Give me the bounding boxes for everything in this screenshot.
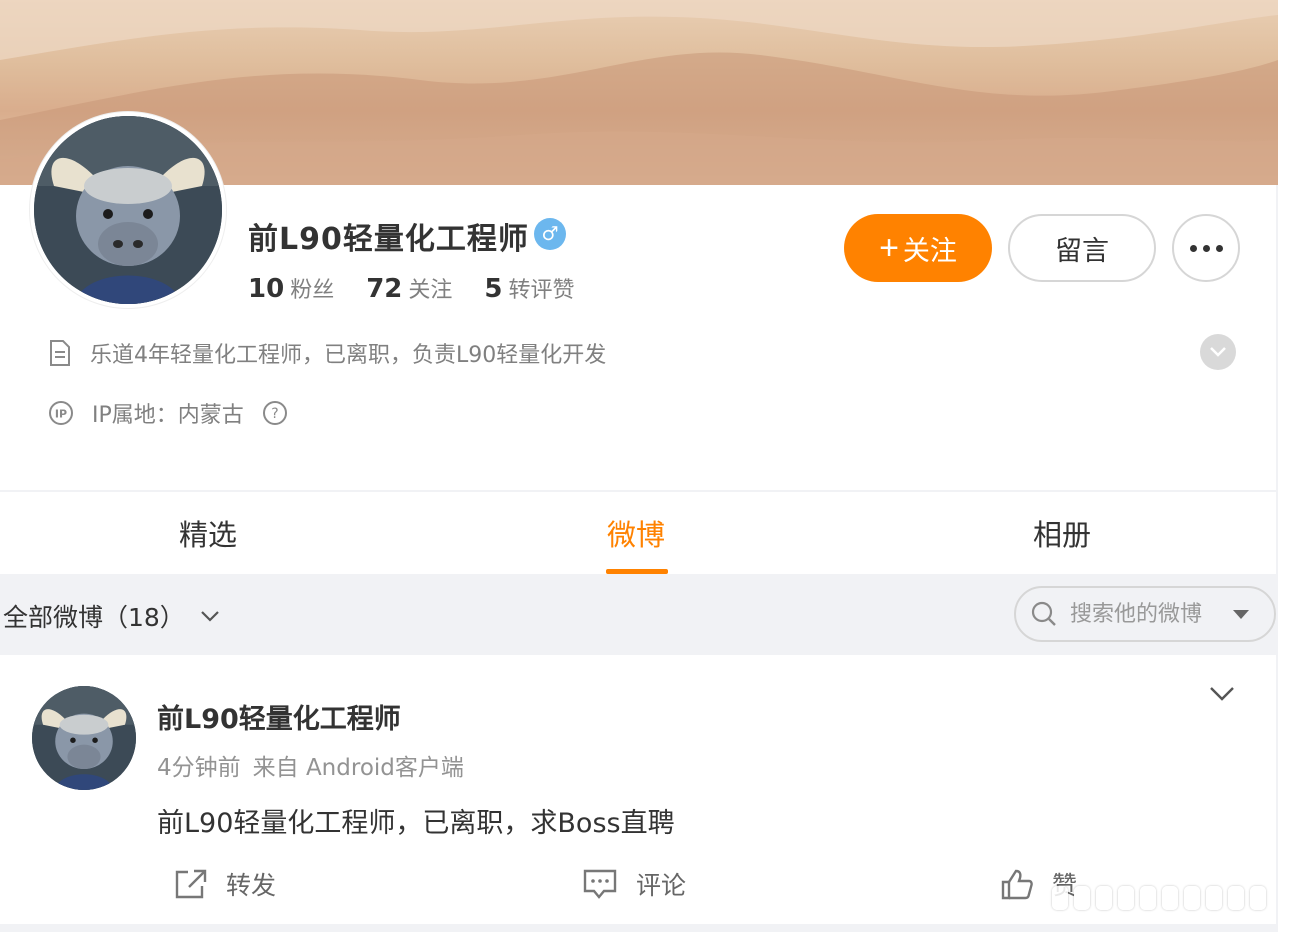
more-dot-icon bbox=[1215, 244, 1223, 252]
buffalo-avatar-image bbox=[32, 686, 136, 790]
active-tab-indicator bbox=[606, 569, 668, 574]
profile-stats: 10 粉丝 72 关注 5 转评赞 bbox=[248, 272, 575, 304]
posts-filter-label: 全部微博（18） bbox=[3, 603, 185, 632]
help-question-icon[interactable]: ? bbox=[262, 400, 288, 426]
stat-interactions[interactable]: 5 转评赞 bbox=[484, 272, 574, 304]
post-source: 来自 Android客户端 bbox=[252, 755, 464, 781]
follow-button-label: 关注 bbox=[902, 235, 957, 266]
profile-username: 前L90轻量化工程师 bbox=[248, 222, 529, 257]
comment-button[interactable]: 评论 bbox=[582, 866, 686, 902]
bio-text: 乐道4年轻量化工程师，已离职，负责L90轻量化开发 bbox=[90, 343, 607, 368]
stat-interactions-label: 转评赞 bbox=[508, 278, 575, 303]
comment-label: 评论 bbox=[636, 871, 687, 900]
posts-filter-dropdown[interactable]: 全部微博（18） bbox=[3, 598, 221, 634]
male-gender-icon: ♂ bbox=[534, 218, 566, 250]
comment-icon bbox=[583, 869, 617, 899]
tab-weibo[interactable]: 微博 bbox=[576, 492, 696, 574]
chevron-down-icon bbox=[1210, 347, 1226, 357]
ip-location-text: IP属地：内蒙古 bbox=[92, 403, 244, 428]
stat-followers-label: 粉丝 bbox=[290, 278, 335, 303]
message-button-label: 留言 bbox=[1055, 235, 1109, 266]
ip-location-row: IP IP属地：内蒙古 ? bbox=[48, 397, 288, 429]
post-author-avatar[interactable] bbox=[32, 686, 136, 790]
buffalo-avatar-image bbox=[34, 116, 222, 304]
thumbs-up-icon bbox=[1001, 869, 1033, 900]
svg-text:IP: IP bbox=[55, 408, 67, 421]
right-edge-strip bbox=[1278, 0, 1290, 932]
bio-row: 乐道4年轻量化工程师，已离职，负责L90轻量化开发 bbox=[48, 337, 606, 369]
more-options-button[interactable] bbox=[1172, 214, 1240, 282]
stat-followers-count: 10 bbox=[248, 274, 285, 304]
more-dot-icon bbox=[1202, 244, 1210, 252]
more-dot-icon bbox=[1189, 244, 1197, 252]
tab-featured[interactable]: 精选 bbox=[148, 492, 268, 574]
profile-avatar[interactable] bbox=[30, 112, 226, 308]
stat-interactions-count: 5 bbox=[484, 274, 503, 304]
stat-followers[interactable]: 10 粉丝 bbox=[248, 272, 334, 304]
caret-down-icon[interactable] bbox=[1232, 608, 1250, 620]
bottom-divider bbox=[0, 924, 1276, 932]
stat-following[interactable]: 72 关注 bbox=[366, 272, 452, 304]
post-meta: 4分钟前 来自 Android客户端 bbox=[157, 748, 464, 782]
tab-album[interactable]: 相册 bbox=[1002, 492, 1122, 574]
search-posts-box[interactable] bbox=[1014, 586, 1276, 642]
watermark-overlay bbox=[1052, 886, 1266, 910]
document-icon bbox=[50, 340, 70, 366]
repost-icon bbox=[175, 869, 207, 899]
repost-button[interactable]: 转发 bbox=[174, 866, 276, 902]
follow-button[interactable]: + 关注 bbox=[844, 214, 992, 282]
expand-profile-button[interactable] bbox=[1200, 334, 1236, 370]
ip-icon: IP bbox=[49, 401, 73, 425]
svg-text:?: ? bbox=[271, 406, 278, 422]
chevron-down-icon bbox=[201, 611, 219, 622]
post-menu-chevron-icon[interactable] bbox=[1208, 684, 1236, 704]
stat-following-count: 72 bbox=[366, 274, 403, 304]
message-button[interactable]: 留言 bbox=[1008, 214, 1156, 282]
search-icon bbox=[1031, 601, 1056, 626]
post-time: 4分钟前 bbox=[157, 755, 241, 781]
weibo-profile-page: 前L90轻量化工程师 ♂ 10 粉丝 72 关注 5 转评赞 + 关注 留言 乐… bbox=[0, 0, 1278, 932]
plus-icon: + bbox=[879, 229, 899, 267]
post-author-name[interactable]: 前L90轻量化工程师 bbox=[157, 697, 401, 736]
profile-tabs: 精选 微博 相册 bbox=[0, 492, 1276, 574]
post-text: 前L90轻量化工程师，已离职，求Boss直聘 bbox=[157, 808, 675, 839]
repost-label: 转发 bbox=[226, 871, 277, 900]
stat-following-label: 关注 bbox=[408, 278, 453, 303]
search-posts-input[interactable] bbox=[1068, 600, 1222, 628]
